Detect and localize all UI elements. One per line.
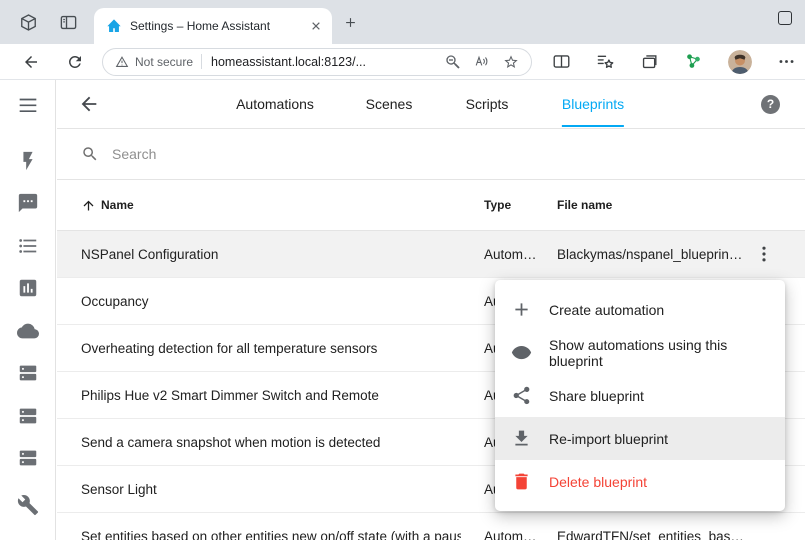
ha-tab-bar: Automations Scenes Scripts Blueprints ? [57, 80, 805, 129]
profile-avatar[interactable] [728, 50, 752, 74]
menu-item-delete-blueprint[interactable]: Delete blueprint [495, 460, 785, 503]
close-tab-icon[interactable] [308, 18, 324, 34]
address-divider [201, 54, 202, 69]
browser-tabstrip: Settings – Home Assistant [0, 0, 805, 44]
new-tab-icon[interactable] [343, 15, 358, 30]
table-row[interactable]: NSPanel Configuration Autom… Blackymas/n… [57, 231, 805, 278]
back-icon[interactable] [22, 53, 40, 71]
refresh-icon[interactable] [66, 53, 84, 71]
split-screen-icon[interactable] [552, 52, 571, 71]
more-icon[interactable] [777, 52, 796, 71]
cloud-icon[interactable] [17, 320, 39, 342]
sort-ascending-icon [81, 198, 96, 213]
address-bar[interactable]: Not secure homeassistant.local:8123/... [102, 48, 532, 76]
menu-item-show-automations[interactable]: Show automations using this blueprint [495, 331, 785, 374]
eye-icon [511, 342, 532, 363]
plus-icon [511, 299, 532, 320]
help-icon[interactable]: ? [761, 95, 780, 114]
favorites-icon[interactable] [596, 52, 615, 71]
blueprint-context-menu: Create automation Show automations using… [495, 280, 785, 511]
collections-icon[interactable] [640, 52, 659, 71]
assist-icon[interactable] [17, 192, 39, 214]
server-icon-1[interactable] [17, 362, 39, 384]
ha-main: Automations Scenes Scripts Blueprints ? … [57, 80, 805, 540]
logbook-list-icon[interactable] [17, 235, 39, 257]
browser-tab[interactable]: Settings – Home Assistant [94, 8, 332, 44]
table-row[interactable]: Set entities based on other entities new… [57, 513, 805, 540]
column-header-file[interactable]: File name [557, 180, 612, 231]
sidebar-menu-icon[interactable] [18, 97, 38, 113]
home-assistant-page: Automations Scenes Scripts Blueprints ? … [0, 80, 805, 540]
tab-title: Settings – Home Assistant [130, 19, 308, 33]
server-icon-2[interactable] [17, 405, 39, 427]
menu-item-reimport-blueprint[interactable]: Re-import blueprint [495, 417, 785, 460]
security-status-label[interactable]: Not secure [135, 55, 193, 69]
search-input[interactable] [110, 145, 430, 163]
search-icon [81, 145, 99, 163]
not-secure-warning-icon [115, 55, 129, 69]
tab-scripts[interactable]: Scripts [466, 80, 509, 129]
ha-sidebar [0, 80, 56, 540]
zoom-icon[interactable] [445, 54, 461, 70]
favorite-star-icon[interactable] [503, 54, 519, 70]
tab-blueprints[interactable]: Blueprints [562, 80, 624, 127]
column-header-name[interactable]: Name [81, 180, 134, 231]
table-header: Name Type File name [57, 180, 805, 231]
energy-lightning-icon[interactable] [17, 150, 39, 172]
read-aloud-icon[interactable] [474, 54, 490, 70]
import-icon [511, 428, 532, 449]
history-chart-icon[interactable] [17, 277, 39, 299]
delete-icon [511, 471, 532, 492]
maximize-window-button[interactable] [778, 11, 792, 25]
browser-toolbar: Not secure homeassistant.local:8123/... [0, 44, 805, 80]
row-overflow-menu-icon[interactable] [754, 244, 774, 264]
url-text[interactable]: homeassistant.local:8123/... [211, 55, 437, 69]
menu-item-share-blueprint[interactable]: Share blueprint [495, 374, 785, 417]
extension-icon[interactable] [684, 52, 703, 71]
tab-scenes[interactable]: Scenes [366, 80, 413, 129]
wrench-tools-icon[interactable] [17, 494, 39, 516]
server-icon-3[interactable] [17, 447, 39, 469]
search-row [57, 129, 805, 180]
workspaces-icon[interactable] [19, 13, 38, 32]
column-header-type[interactable]: Type [484, 180, 511, 231]
tab-actions-icon[interactable] [59, 13, 78, 32]
tab-automations[interactable]: Automations [236, 80, 314, 129]
share-icon [511, 385, 532, 406]
home-assistant-favicon [106, 18, 122, 34]
menu-item-create-automation[interactable]: Create automation [495, 288, 785, 331]
ha-back-icon[interactable] [78, 93, 100, 115]
